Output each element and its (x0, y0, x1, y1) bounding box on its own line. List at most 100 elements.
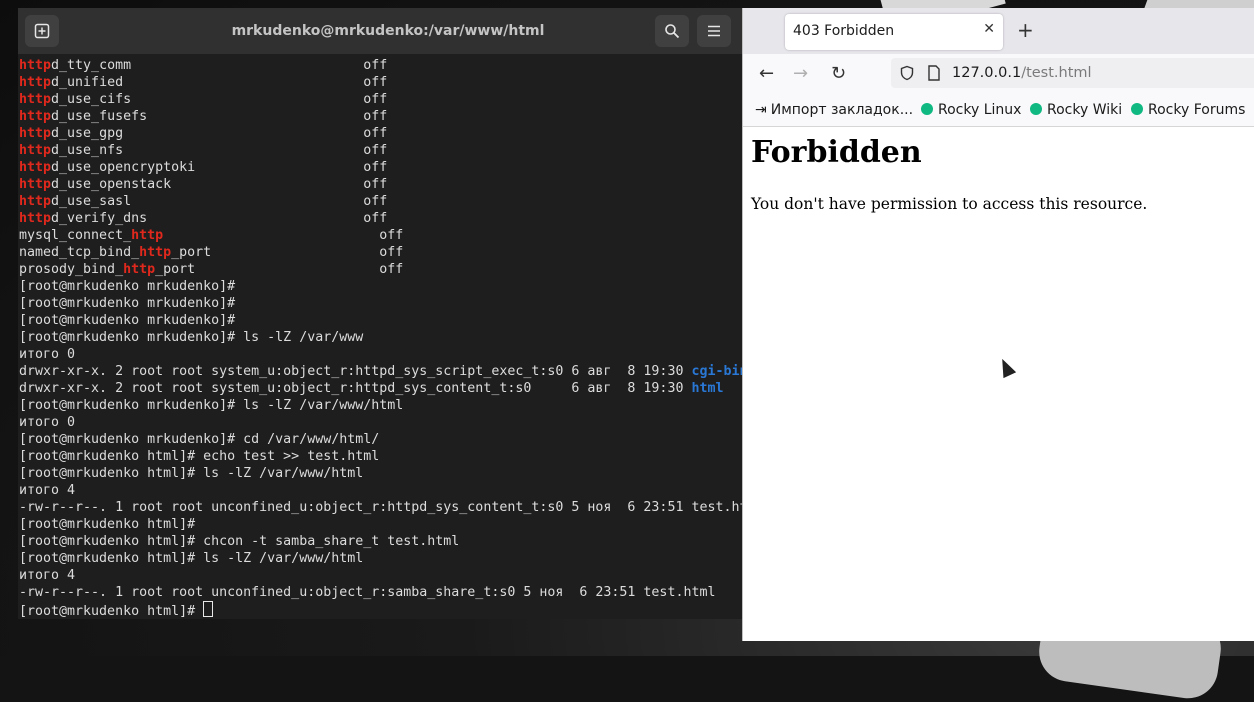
terminal-line: httpd_use_opencryptoki off (19, 159, 758, 176)
terminal-text: d_tty_comm off (51, 58, 388, 73)
terminal-text: d_use_gpg off (51, 126, 388, 141)
terminal-line: mysql_connect_http off (19, 227, 758, 244)
terminal-line: httpd_use_fusefs off (19, 108, 758, 125)
terminal-text: prosody_bind_ (19, 262, 124, 277)
new-tab-icon[interactable]: + (1017, 18, 1034, 42)
highlighted-match: http (19, 177, 52, 192)
terminal-line: httpd_use_openstack off (19, 176, 758, 193)
terminal-text: итого 4 (19, 568, 76, 583)
page-icon (928, 65, 940, 81)
terminal-line: httpd_use_gpg off (19, 125, 758, 142)
terminal-line: [root@mrkudenko html]# ls -lZ /var/www/h… (19, 550, 758, 567)
tab-strip: 403 Forbidden ✕ + (743, 8, 1254, 54)
terminal-line: prosody_bind_http_port off (19, 261, 758, 278)
terminal-line: -rw-r--r--. 1 root root unconfined_u:obj… (19, 499, 758, 516)
highlighted-match: http (19, 160, 52, 175)
terminal-text: [root@mrkudenko mrkudenko]# cd /var/www/… (19, 432, 380, 447)
import-icon: ⇥ (755, 102, 767, 118)
page-heading: Forbidden (751, 135, 922, 170)
terminal-text: итого 0 (19, 347, 76, 362)
terminal-text: [root@mrkudenko mrkudenko]# (19, 279, 236, 294)
terminal-cursor (203, 601, 214, 617)
reload-icon[interactable]: ↻ (831, 63, 846, 84)
terminal-text: _port off (171, 245, 404, 260)
terminal-text: -rw-r--r--. 1 root root unconfined_u:obj… (19, 500, 758, 515)
terminal-line: drwxr-xr-x. 2 root root system_u:object_… (19, 380, 758, 397)
terminal-line: итого 0 (19, 414, 758, 431)
terminal-header[interactable]: mrkudenko@mrkudenko:/var/www/html (18, 8, 758, 54)
search-button[interactable] (655, 15, 689, 47)
terminal-line: [root@mrkudenko mrkudenko]# ls -lZ /var/… (19, 329, 758, 346)
terminal-text: итого 4 (19, 483, 76, 498)
terminal-text: d_use_fusefs off (51, 109, 388, 124)
terminal-text: d_use_cifs off (51, 92, 388, 107)
terminal-line: [root@mrkudenko mrkudenko]# cd /var/www/… (19, 431, 758, 448)
highlighted-match: http (19, 126, 52, 141)
bookmark-label: Rocky Linux (938, 102, 1022, 118)
terminal-text: _port off (155, 262, 404, 277)
bookmark-import[interactable]: ⇥ Импорт закладок... (755, 102, 913, 118)
terminal-line: [root@mrkudenko mrkudenko]# (19, 278, 758, 295)
terminal-line: [root@mrkudenko mrkudenko]# ls -lZ /var/… (19, 397, 758, 414)
terminal-line: [root@mrkudenko html]# echo test >> test… (19, 448, 758, 465)
terminal-line: [root@mrkudenko mrkudenko]# (19, 312, 758, 329)
bookmark-label: Rocky Wiki (1047, 102, 1123, 118)
terminal-text: drwxr-xr-x. 2 root root system_u:object_… (19, 364, 692, 379)
close-tab-icon[interactable]: ✕ (983, 21, 995, 37)
terminal-text: named_tcp_bind_ (19, 245, 140, 260)
terminal-text: итого 0 (19, 415, 76, 430)
terminal-line: [root@mrkudenko html]# chcon -t samba_sh… (19, 533, 758, 550)
highlighted-match: http (139, 245, 172, 260)
menu-button[interactable] (697, 15, 731, 47)
tab-403-forbidden[interactable]: 403 Forbidden ✕ (785, 14, 1003, 50)
terminal-line: [root@mrkudenko mrkudenko]# (19, 295, 758, 312)
directory-name: cgi-bin (691, 364, 748, 379)
terminal-line: httpd_use_sasl off (19, 193, 758, 210)
url-path: /test.html (1021, 65, 1092, 81)
terminal-line: [root@mrkudenko html]# (19, 516, 758, 533)
highlighted-match: http (19, 109, 52, 124)
forward-icon[interactable]: → (793, 63, 808, 84)
bookmark-label: Импорт закладок... (770, 102, 914, 118)
terminal-text: d_use_opencryptoki off (51, 160, 388, 175)
highlighted-match: http (19, 92, 52, 107)
shield-icon[interactable] (899, 65, 915, 81)
terminal-line: named_tcp_bind_http_port off (19, 244, 758, 261)
terminal-text: [root@mrkudenko mrkudenko]# ls -lZ /var/… (19, 398, 404, 413)
terminal-title: mrkudenko@mrkudenko:/var/www/html (231, 23, 545, 39)
terminal-line: итого 4 (19, 482, 758, 499)
url-text[interactable]: 127.0.0.1/test.html (952, 65, 1092, 81)
back-icon[interactable]: ← (759, 63, 774, 84)
rocky-icon (921, 103, 933, 115)
highlighted-match: http (19, 75, 52, 90)
highlighted-match: http (19, 211, 52, 226)
terminal-text: -rw-r--r--. 1 root root unconfined_u:obj… (19, 585, 716, 600)
bookmarks-bar: ⇥ Импорт закладок... Rocky Linux Rocky Wi… (743, 94, 1254, 127)
terminal-line: httpd_use_nfs off (19, 142, 758, 159)
url-host: 127.0.0.1 (952, 65, 1022, 81)
terminal-text: off (163, 228, 404, 243)
browser-window[interactable]: 403 Forbidden ✕ + ← → ↻ 127.0.0.1/test.h… (742, 8, 1254, 641)
terminal-text: [root@mrkudenko mrkudenko]# (19, 313, 236, 328)
bookmark-rocky-forums[interactable]: Rocky Forums (1131, 102, 1245, 118)
terminal-text: [root@mrkudenko html]# ls -lZ /var/www/h… (19, 551, 364, 566)
terminal-output[interactable]: httpd_tty_comm off httpd_unified off httpd… (19, 57, 758, 619)
bookmark-rocky-linux[interactable]: Rocky Linux (921, 102, 1021, 118)
rocky-icon (1030, 103, 1042, 115)
terminal-line: -rw-r--r--. 1 root root unconfined_u:obj… (19, 584, 758, 601)
bookmark-label: Rocky Forums (1148, 102, 1246, 118)
terminal-text: [root@mrkudenko html]# ls -lZ /var/www/h… (19, 466, 364, 481)
url-bar[interactable]: 127.0.0.1/test.html (891, 58, 1254, 88)
terminal-text: [root@mrkudenko html]# echo test >> test… (19, 449, 380, 464)
highlighted-match: http (19, 143, 52, 158)
terminal-text: d_verify_dns off (51, 211, 388, 226)
terminal-window[interactable]: mrkudenko@mrkudenko:/var/www/html httpd_… (18, 8, 758, 619)
terminal-text: [root@mrkudenko mrkudenko]# (19, 296, 236, 311)
terminal-text: d_use_sasl off (51, 194, 388, 209)
terminal-line: httpd_tty_comm off (19, 57, 758, 74)
directory-name: html (691, 381, 724, 396)
bookmark-rocky-wiki[interactable]: Rocky Wiki (1030, 102, 1122, 118)
error-message: You don't have permission to access this… (751, 195, 1148, 213)
terminal-line: [root@mrkudenko html]# (19, 601, 758, 618)
highlighted-match: http (19, 58, 52, 73)
